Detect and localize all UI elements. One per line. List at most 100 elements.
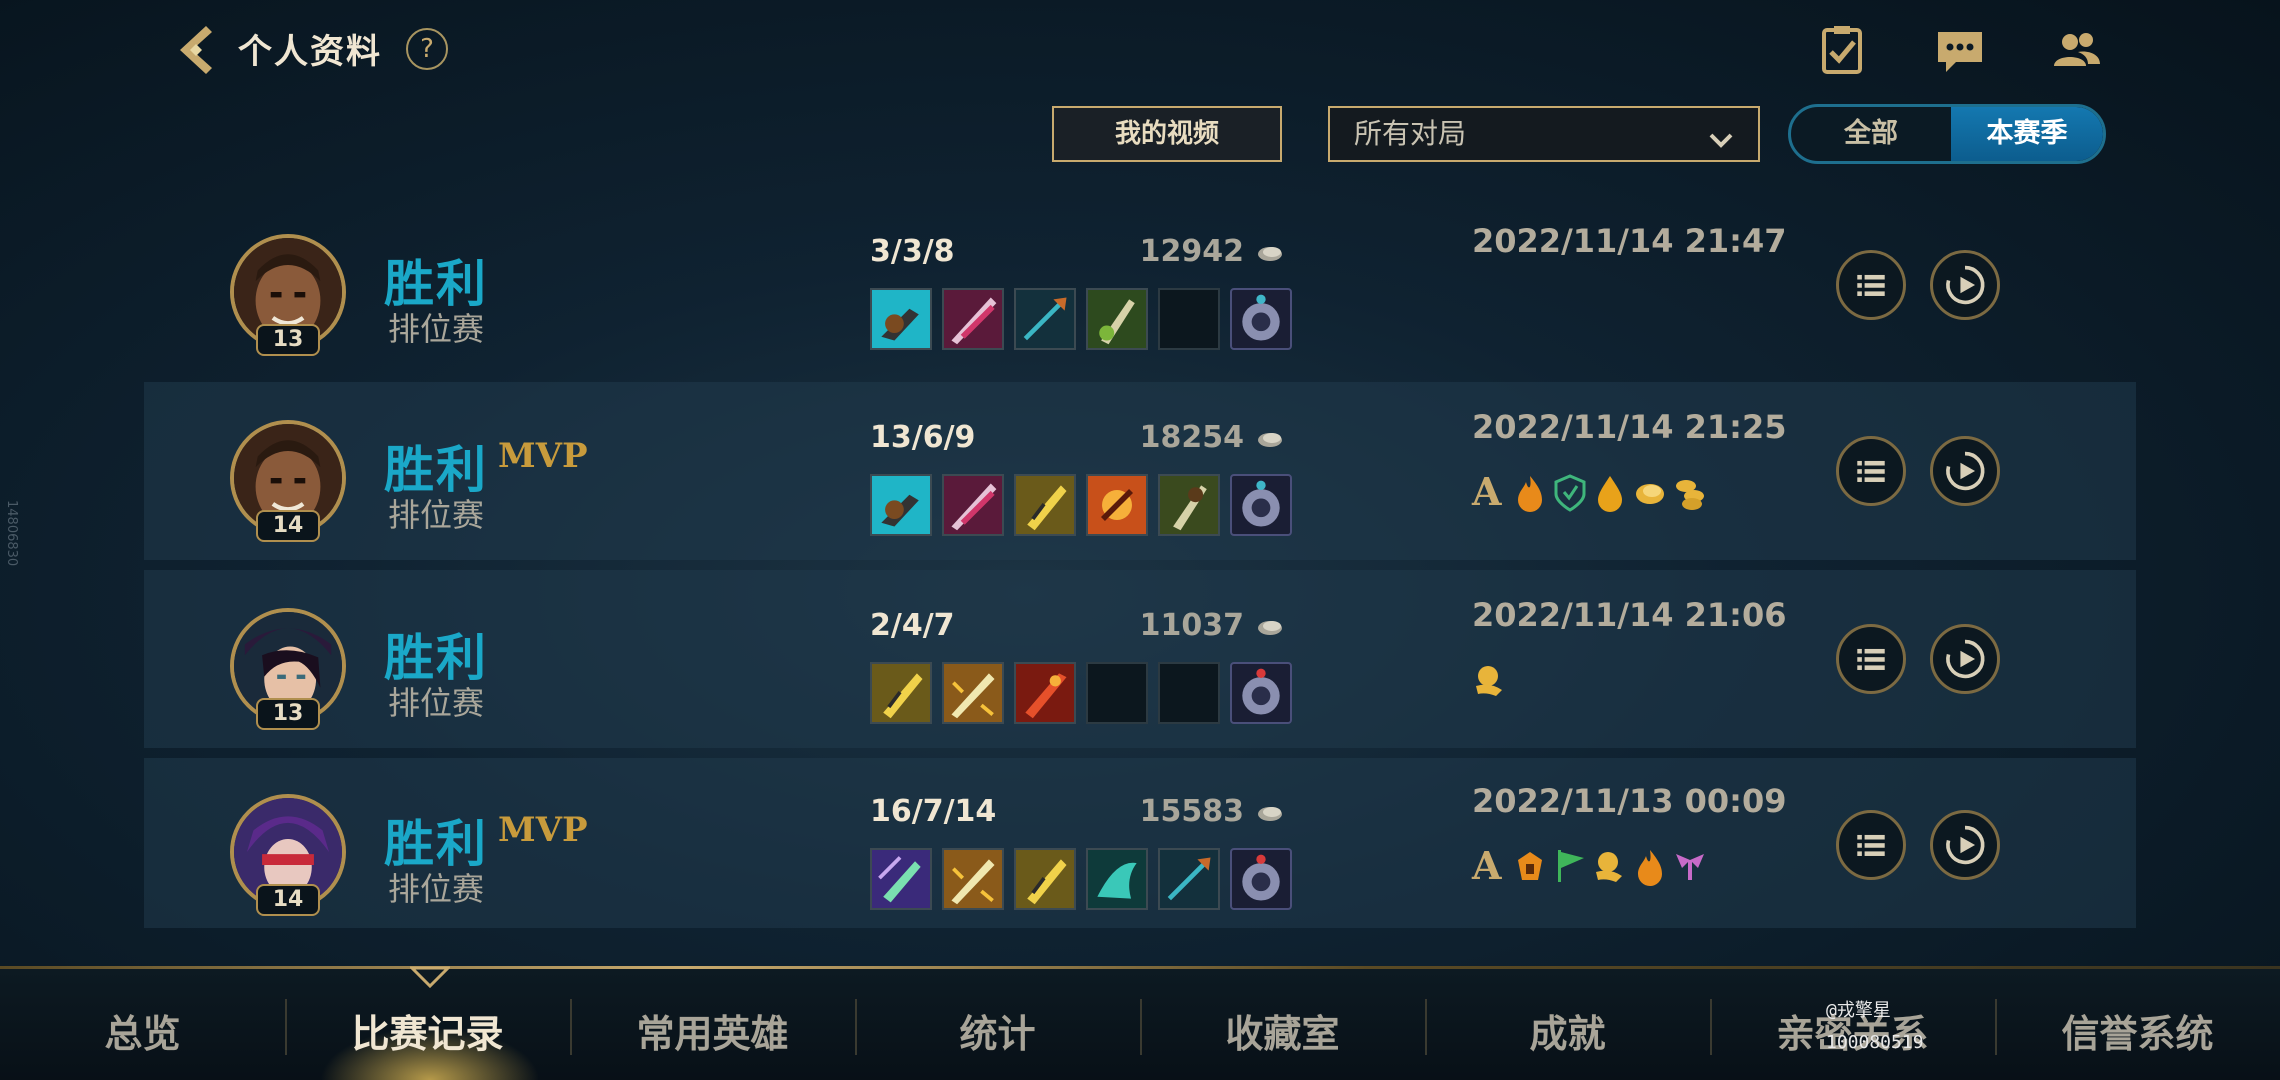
kda: 16/7/14	[870, 794, 997, 829]
season-toggle[interactable]: 全部 本赛季	[1788, 104, 2106, 164]
chat-icon[interactable]	[1932, 22, 1988, 78]
item-slot[interactable]	[1158, 848, 1220, 910]
tab-stats[interactable]: 统计	[855, 1003, 1140, 1058]
replay-button[interactable]	[1930, 250, 2000, 320]
champion-level: 14	[256, 510, 320, 542]
chevron-down-icon	[1706, 120, 1736, 150]
item-slot[interactable]	[1014, 848, 1076, 910]
item-slot[interactable]	[870, 474, 932, 536]
queue-type: 排位赛	[388, 496, 485, 534]
queue-type: 排位赛	[388, 310, 485, 348]
ward-trinket-icon[interactable]	[1230, 288, 1292, 350]
tab-match-history[interactable]: 比赛记录	[285, 1003, 570, 1058]
toggle-this-season[interactable]: 本赛季	[1951, 107, 2103, 161]
match-row[interactable]: 13 胜利 排位赛 2/4/7 11037 2022/11/14 21:06	[144, 570, 2136, 748]
achievement-badges	[1472, 660, 1512, 700]
replay-button[interactable]	[1930, 810, 2000, 880]
gold-hand-icon	[1476, 666, 1502, 696]
item-slot[interactable]	[870, 288, 932, 350]
replay-button[interactable]	[1930, 436, 2000, 506]
gold-earned: 18254	[1139, 420, 1244, 455]
coins-icon	[1676, 480, 1704, 510]
champion-level: 14	[256, 884, 320, 916]
item-slot-empty	[1158, 662, 1220, 724]
gold-icon	[1258, 433, 1282, 447]
missions-icon[interactable]	[1814, 22, 1870, 78]
match-row[interactable]: 14 胜利 MVP 排位赛 13/6/9 18254 2022/11/14 21…	[144, 382, 2136, 560]
header: 个人资料 ?	[0, 0, 2280, 100]
active-tab-pointer-icon	[410, 966, 450, 988]
rating-a-badge: A	[1472, 469, 1502, 514]
bottom-nav: 总览 比赛记录 常用英雄 统计 收藏室 成就 亲密关系 信誉系统	[0, 969, 2280, 1080]
tab-collection[interactable]: 收藏室	[1140, 1003, 1425, 1058]
match-datetime: 2022/11/14 21:25	[1472, 408, 1787, 446]
match-details-button[interactable]	[1836, 250, 1906, 320]
gold-icon	[1258, 247, 1282, 261]
item-slot[interactable]	[870, 848, 932, 910]
item-slot[interactable]	[1086, 848, 1148, 910]
fire-icon	[1518, 476, 1542, 512]
queue-type: 排位赛	[388, 684, 485, 722]
replay-button[interactable]	[1930, 624, 2000, 694]
friends-icon[interactable]	[2048, 22, 2104, 78]
item-slot[interactable]	[870, 662, 932, 724]
item-slot-empty	[1086, 662, 1148, 724]
side-id-text: 14806830	[4, 500, 19, 567]
match-details-button[interactable]	[1836, 436, 1906, 506]
item-slot[interactable]	[1014, 474, 1076, 536]
back-arrow-icon[interactable]	[166, 20, 226, 80]
tower-icon	[1518, 852, 1542, 880]
watermark-id: 100080519	[1826, 1032, 1924, 1053]
mvp-label: MVP	[498, 810, 588, 850]
wings-icon	[1676, 854, 1704, 880]
item-slot[interactable]	[1014, 662, 1076, 724]
match-row[interactable]: 14 胜利 MVP 排位赛 16/7/14 15583 2022/11/13 0…	[144, 758, 2136, 928]
rating-a-badge: A	[1472, 843, 1502, 888]
achievement-badges: A	[1472, 472, 1712, 512]
page-title: 个人资料	[238, 32, 382, 72]
item-slot[interactable]	[1014, 288, 1076, 350]
mvp-label: MVP	[498, 436, 588, 476]
toggle-all[interactable]: 全部	[1791, 107, 1951, 161]
help-button[interactable]: ?	[406, 28, 448, 70]
queue-type: 排位赛	[388, 870, 485, 908]
ward-trinket-icon[interactable]	[1230, 474, 1292, 536]
ward-trinket-icon[interactable]	[1230, 848, 1292, 910]
match-datetime: 2022/11/14 21:06	[1472, 596, 1787, 634]
match-type-select[interactable]: 所有对局	[1328, 106, 1760, 162]
gold-earned: 11037	[1139, 608, 1244, 643]
gold-earned: 12942	[1139, 234, 1244, 269]
item-slot[interactable]	[942, 474, 1004, 536]
tab-achievements[interactable]: 成就	[1425, 1003, 1710, 1058]
champion-level: 13	[256, 698, 320, 730]
kda: 2/4/7	[870, 608, 955, 643]
shield-icon	[1554, 474, 1586, 512]
tab-champions[interactable]: 常用英雄	[570, 1003, 855, 1058]
gold-icon	[1258, 621, 1282, 635]
kda: 3/3/8	[870, 234, 955, 269]
gold-icon	[1258, 807, 1282, 821]
item-slot[interactable]	[1086, 474, 1148, 536]
watermark-name: @戎擎星	[1826, 1000, 1891, 1021]
ward-trinket-icon[interactable]	[1230, 662, 1292, 724]
champion-level: 13	[256, 324, 320, 356]
item-slot[interactable]	[1158, 474, 1220, 536]
item-slot[interactable]	[942, 288, 1004, 350]
item-slot[interactable]	[942, 662, 1004, 724]
match-row[interactable]: 13 胜利 排位赛 3/3/8 12942 2022/11/14 21:47	[144, 194, 2136, 372]
gold-icon	[1636, 484, 1664, 504]
item-slot-empty	[1158, 288, 1220, 350]
my-videos-button[interactable]: 我的视频	[1052, 106, 1282, 162]
gold-hand-icon	[1596, 852, 1622, 882]
match-details-button[interactable]	[1836, 624, 1906, 694]
match-type-value: 所有对局	[1354, 117, 1467, 150]
match-details-button[interactable]	[1836, 810, 1906, 880]
tab-honor[interactable]: 信誉系统	[1995, 1003, 2280, 1058]
match-datetime: 2022/11/14 21:47	[1472, 222, 1787, 260]
item-slot[interactable]	[942, 848, 1004, 910]
gold-earned: 15583	[1139, 794, 1244, 829]
flag-icon	[1558, 850, 1584, 882]
achievement-badges: A	[1472, 846, 1712, 886]
tab-overview[interactable]: 总览	[0, 1003, 285, 1058]
item-slot[interactable]	[1086, 288, 1148, 350]
